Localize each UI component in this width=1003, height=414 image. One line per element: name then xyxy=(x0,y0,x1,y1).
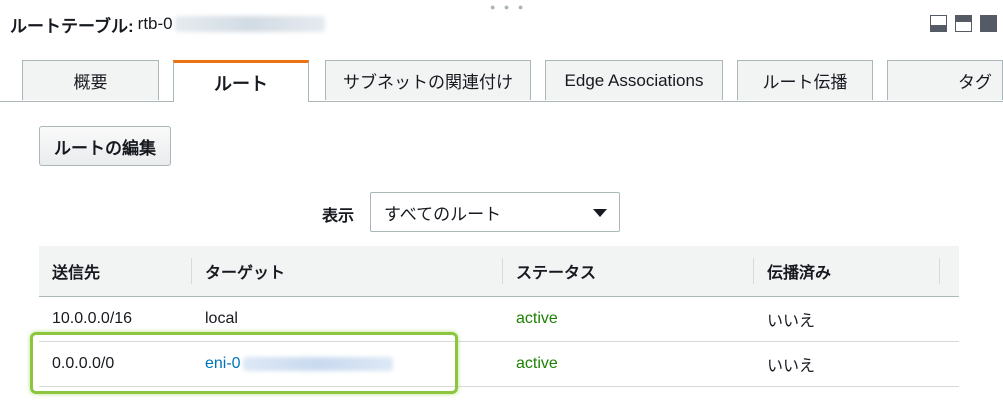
column-target[interactable]: ターゲット xyxy=(205,246,285,296)
eni-target-link[interactable]: eni-0 xyxy=(205,355,241,373)
route-filter-value: すべてのルート xyxy=(384,204,502,224)
panel-top-icon[interactable] xyxy=(955,15,972,32)
target-cell: eni-0 xyxy=(205,342,393,386)
column-divider[interactable] xyxy=(502,258,503,284)
table-row[interactable]: 0.0.0.0/0 eni-0 active いいえ xyxy=(39,342,959,387)
table-header: 送信先 ターゲット ステータス 伝播済み xyxy=(39,246,959,297)
status-cell: active xyxy=(516,310,558,327)
column-destination[interactable]: 送信先 xyxy=(52,246,100,296)
panel-drag-handle[interactable]: ● ● ● xyxy=(490,2,526,12)
route-filter-select[interactable]: すべてのルート xyxy=(370,192,620,232)
column-status[interactable]: ステータス xyxy=(516,246,596,296)
tab-tags[interactable]: タグ xyxy=(887,60,1003,100)
table-row[interactable]: 10.0.0.0/16 local active いいえ xyxy=(39,297,959,342)
tab-routes[interactable]: ルート xyxy=(173,60,309,102)
tab-subnet-associations[interactable]: サブネットの関連付け xyxy=(325,60,531,100)
redacted-id xyxy=(174,16,325,32)
tab-bar: 概要 ルート サブネットの関連付け Edge Associations ルート伝… xyxy=(0,60,1003,102)
destination-cell: 10.0.0.0/16 xyxy=(52,310,133,327)
propagated-cell: いいえ xyxy=(767,313,816,330)
target-cell: local xyxy=(205,310,238,327)
page-header: ルートテーブル: rtb-0 xyxy=(10,12,325,36)
tab-overview[interactable]: 概要 xyxy=(22,60,159,100)
filter-label: 表示 xyxy=(322,208,355,225)
route-table-id: rtb-0 xyxy=(137,14,173,33)
tab-route-propagation[interactable]: ルート伝播 xyxy=(737,60,873,100)
column-divider[interactable] xyxy=(191,258,192,284)
column-propagated[interactable]: 伝播済み xyxy=(767,246,831,296)
routes-table: 送信先 ターゲット ステータス 伝播済み 10.0.0.0/16 local a… xyxy=(39,246,959,387)
tab-tags-label: タグ xyxy=(958,73,992,92)
panel-layout-controls xyxy=(930,15,997,32)
propagated-cell: いいえ xyxy=(767,358,816,375)
tab-edge-associations[interactable]: Edge Associations xyxy=(545,60,723,100)
column-divider[interactable] xyxy=(939,258,940,284)
edit-routes-button[interactable]: ルートの編集 xyxy=(39,126,171,166)
header-label: ルートテーブル: xyxy=(10,16,134,36)
panel-bottom-icon[interactable] xyxy=(930,15,947,32)
redacted-eni-id xyxy=(242,357,393,371)
column-divider[interactable] xyxy=(753,258,754,284)
destination-cell: 0.0.0.0/0 xyxy=(52,355,115,372)
status-cell: active xyxy=(516,355,558,372)
caret-down-icon xyxy=(593,209,607,217)
panel-full-icon[interactable] xyxy=(980,15,997,32)
